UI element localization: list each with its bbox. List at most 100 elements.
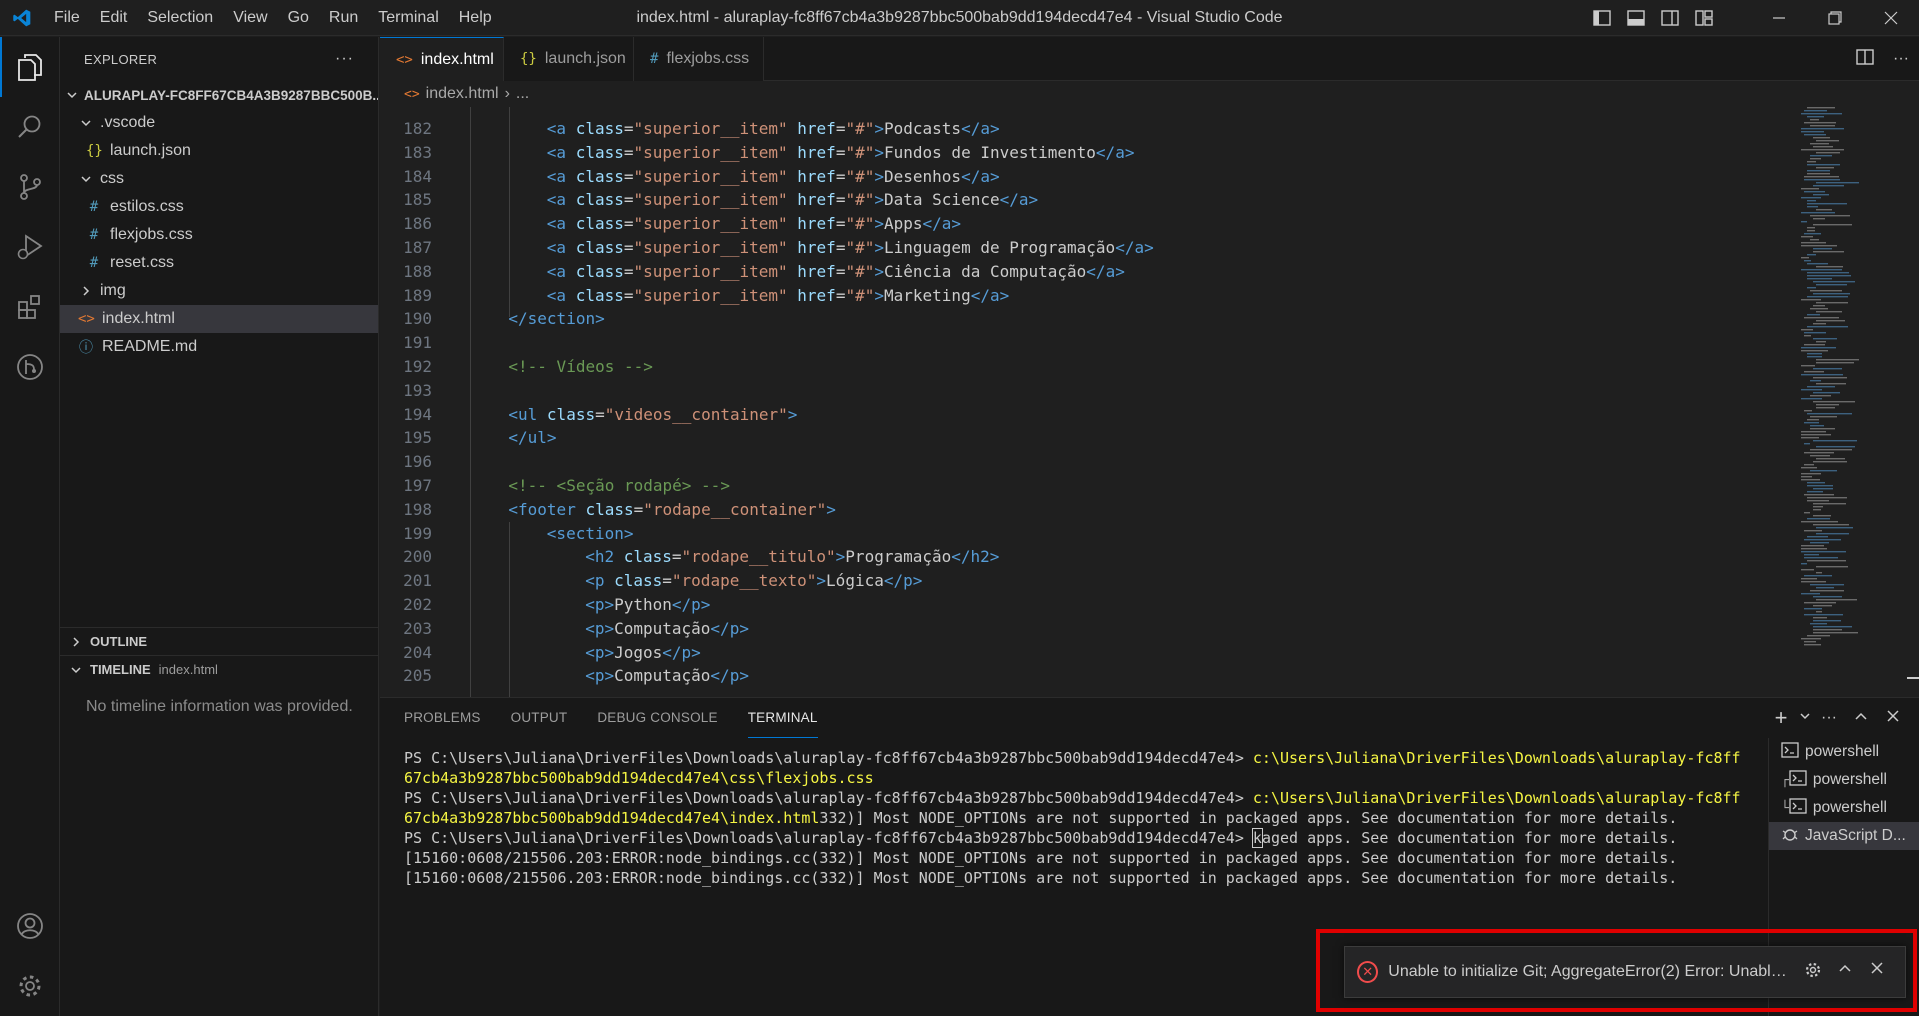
terminal-item-powershell[interactable]: └ powershell [1769, 794, 1919, 822]
tab-index-html[interactable]: <>index.html✕ [380, 37, 521, 81]
new-terminal-icon[interactable]: + [1765, 705, 1797, 731]
terminal-text: PS C:\Users\Juliana\DriverFiles\Download… [404, 789, 1253, 807]
terminal-output[interactable]: PS C:\Users\Juliana\DriverFiles\Download… [404, 748, 1749, 888]
code-line: 191 [380, 331, 1770, 355]
tree-item-index-html[interactable]: <> index.html [60, 305, 378, 333]
menu-view[interactable]: View [223, 0, 277, 36]
editor-scrollbar[interactable] [1905, 107, 1919, 697]
manage-gear-icon[interactable] [0, 956, 60, 1016]
more-actions-icon[interactable]: ··· [1883, 50, 1919, 68]
code-token: href [797, 237, 836, 257]
more-actions-icon[interactable]: ··· [335, 50, 354, 68]
code-text: <a class="superior__item" href="#">Marke… [432, 284, 1009, 308]
breadcrumb-file[interactable]: index.html [426, 85, 499, 103]
tree-item-estilos-css[interactable]: # estilos.css [60, 193, 378, 221]
title-bar: File Edit Selection View Go Run Terminal Help i… [0, 0, 1919, 36]
code-token: "superior__item" [633, 119, 788, 138]
code-text: <footer class="rodape__container"> [432, 498, 836, 522]
minimap[interactable] [1797, 107, 1907, 667]
panel-tab-terminal[interactable]: TERMINAL [747, 698, 818, 738]
menu-bar: File Edit Selection View Go Run Terminal Help [44, 0, 502, 36]
minimize-icon[interactable] [1751, 0, 1807, 36]
outline-section-header[interactable]: OUTLINE [60, 627, 379, 655]
more-actions-icon[interactable]: ··· [1813, 709, 1845, 727]
terminal-text: [15160:0608/215506.203:ERROR:node_bindin… [404, 849, 1678, 867]
code-token: </p> [710, 618, 749, 638]
close-panel-icon[interactable] [1877, 709, 1909, 728]
split-editor-icon[interactable] [1847, 48, 1883, 70]
toggle-secondary-sidebar-icon[interactable] [1653, 0, 1687, 36]
close-notification-icon[interactable] [1861, 961, 1893, 984]
tab-launch-json[interactable]: {} launch.json [504, 37, 634, 81]
run-debug-icon[interactable] [0, 217, 60, 277]
workspace-root-folder[interactable]: ALURAPLAY-FC8FF67CB4A3B9287BBC500B... [60, 81, 378, 109]
toggle-primary-sidebar-icon[interactable] [1585, 0, 1619, 36]
html-file-icon: <> [404, 86, 420, 102]
toggle-panel-icon[interactable] [1619, 0, 1653, 36]
code-token: = [835, 142, 846, 162]
line-number: 205 [403, 666, 432, 686]
git-graph-icon[interactable] [0, 337, 60, 397]
timeline-section-header[interactable]: TIMELINE index.html [60, 655, 379, 683]
menu-help[interactable]: Help [449, 0, 502, 36]
tree-item-README-md[interactable]: ⓘ README.md [60, 333, 378, 361]
code-text: <a class="superior__item" href="#">Desen… [432, 165, 1000, 189]
chevron-down-icon[interactable] [1797, 709, 1813, 727]
terminal-item-javascript-debug[interactable]: JavaScript D... [1769, 822, 1919, 850]
menu-edit[interactable]: Edit [90, 0, 138, 36]
code-line: 197 <!-- <Seção rodapé> --> [380, 474, 1770, 498]
explorer-icon[interactable] [0, 37, 60, 97]
code-text: <p>Jogos</p> [432, 641, 701, 665]
maximize-panel-icon[interactable] [1845, 709, 1877, 728]
extensions-icon[interactable] [0, 277, 60, 337]
breadcrumb-more[interactable]: ... [516, 85, 529, 103]
gear-icon[interactable] [1797, 961, 1829, 984]
menu-selection[interactable]: Selection [137, 0, 223, 36]
terminal-line: PS C:\Users\Juliana\DriverFiles\Download… [404, 788, 1749, 808]
error-notification[interactable]: ✕ Unable to initialize Git; AggregateErr… [1344, 946, 1906, 998]
panel-tab-output[interactable]: OUTPUT [511, 698, 568, 738]
terminal-item-label: powershell [1812, 771, 1887, 788]
panel-tab-debug-console[interactable]: DEBUG CONSOLE [597, 698, 717, 738]
panel-tab-problems[interactable]: PROBLEMS [404, 698, 481, 738]
terminal-item-powershell[interactable]: powershell [1769, 738, 1919, 766]
menu-go[interactable]: Go [278, 0, 319, 36]
accounts-icon[interactable] [0, 896, 60, 956]
code-token: "superior__item" [633, 166, 788, 186]
tree-item-vscode[interactable]: .vscode [60, 109, 378, 137]
code-text: <h2 class="rodape__titulo">Programação</… [432, 545, 999, 569]
line-number: 201 [403, 571, 432, 591]
code-token: class [575, 285, 624, 305]
css-file-icon: # [89, 227, 99, 243]
chevron-down-icon [78, 173, 94, 185]
search-icon[interactable] [0, 97, 60, 157]
restore-icon[interactable] [1807, 0, 1863, 36]
tab-flexjobs-css[interactable]: # flexjobs.css [634, 37, 764, 81]
tree-item-reset-css[interactable]: # reset.css [60, 249, 378, 277]
tree-item-flexjobs-css[interactable]: # flexjobs.css [60, 221, 378, 249]
code-token: </p> [662, 642, 701, 662]
code-token: <h2 [585, 547, 624, 567]
code-token: class [575, 261, 624, 281]
code-editor[interactable]: 182 <a class="superior__item" href="#">Po… [380, 107, 1770, 697]
code-token: class [575, 214, 624, 234]
tree-item-css[interactable]: css [60, 165, 378, 193]
customize-layout-icon[interactable] [1687, 0, 1721, 36]
terminal-item-label: powershell [1805, 743, 1880, 760]
menu-file[interactable]: File [44, 0, 90, 36]
notification-message: Unable to initialize Git; AggregateError… [1388, 963, 1787, 980]
terminal-item-powershell[interactable]: ┌ powershell [1769, 766, 1919, 794]
code-token: <ul [508, 404, 547, 424]
source-control-icon[interactable] [0, 157, 60, 217]
menu-terminal[interactable]: Terminal [368, 0, 448, 36]
line-number: 199 [403, 523, 432, 543]
tree-item-img[interactable]: img [60, 277, 378, 305]
close-window-icon[interactable] [1863, 0, 1919, 36]
code-line: 203 <p>Computação</p> [380, 617, 1770, 641]
info-file-icon: ⓘ [79, 340, 93, 356]
menu-run[interactable]: Run [319, 0, 368, 36]
tree-item-launch-json[interactable]: {} launch.json [60, 137, 378, 165]
expand-notification-icon[interactable] [1829, 961, 1861, 984]
chevron-right-icon [68, 636, 84, 648]
line-number: 187 [403, 237, 432, 257]
